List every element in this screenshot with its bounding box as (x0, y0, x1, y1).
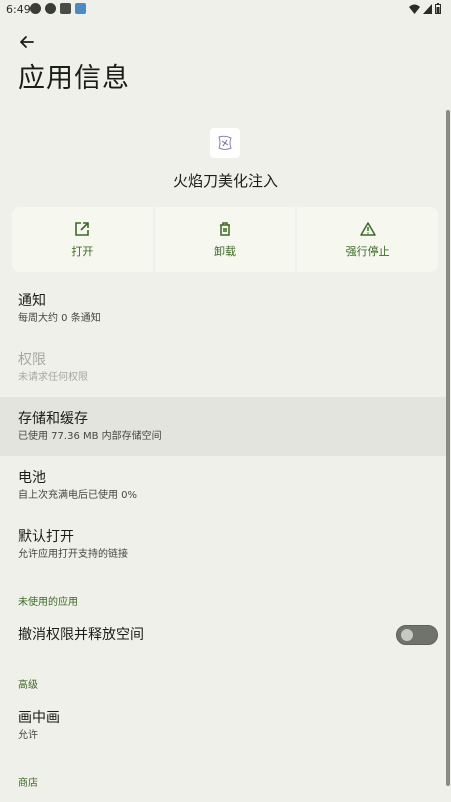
permissions-item: 权限 未请求任何权限 (0, 351, 446, 391)
scrollbar[interactable] (446, 110, 450, 786)
status-left-icons (30, 3, 86, 14)
force-stop-label: 强行停止 (345, 244, 390, 258)
telegram-icon (45, 3, 56, 14)
open-by-default-title: 默认打开 (18, 529, 74, 545)
permissions-subtitle: 未请求任何权限 (18, 372, 88, 383)
toggle-knob (401, 629, 413, 641)
permissions-title: 权限 (18, 352, 46, 368)
app-notification-icon (75, 3, 86, 14)
notifications-title: 通知 (18, 293, 46, 309)
storage-subtitle: 已使用 77.36 MB 内部存储空间 (18, 431, 162, 442)
revoke-permissions-title: 撤消权限并释放空间 (18, 627, 144, 643)
status-bar: 6:49 (0, 0, 451, 20)
uninstall-label: 卸载 (214, 244, 236, 258)
open-label: 打开 (71, 244, 94, 258)
arrow-left-icon (20, 36, 34, 48)
open-by-default-subtitle: 允许应用打开支持的链接 (18, 549, 128, 560)
action-bar: 打开 卸载 强行停止 (12, 207, 439, 272)
revoke-permissions-item[interactable]: 撤消权限并释放空间 (0, 626, 446, 648)
battery-icon (435, 3, 441, 14)
app-name: 火焰刀美化注入 (172, 172, 278, 190)
cellular-icon (423, 3, 432, 14)
force-stop-button[interactable]: 强行停止 (297, 207, 439, 272)
status-time: 6:49 (6, 3, 31, 16)
back-button[interactable] (18, 33, 38, 53)
revoke-permissions-toggle[interactable] (396, 625, 438, 645)
picture-in-picture-subtitle: 允许 (18, 730, 38, 741)
notifications-item[interactable]: 通知 每周大约 0 条通知 (0, 292, 446, 332)
notifications-subtitle: 每周大约 0 条通知 (18, 313, 101, 324)
open-external-icon (75, 221, 90, 236)
storage-title: 存储和缓存 (18, 411, 88, 427)
storage-item[interactable]: 存储和缓存 已使用 77.36 MB 内部存储空间 (0, 397, 446, 456)
section-header-store: 商店 (18, 778, 38, 789)
picture-in-picture-title: 画中画 (18, 710, 60, 726)
section-header-advanced: 高级 (18, 680, 38, 691)
uninstall-button[interactable]: 卸载 (154, 207, 296, 272)
trash-icon (220, 221, 230, 236)
battery-subtitle: 自上次充满电后已使用 0% (18, 490, 138, 501)
picture-in-picture-item[interactable]: 画中画 允许 (0, 709, 446, 749)
status-right-icons (409, 3, 441, 14)
page-title: 应用信息 (18, 63, 130, 94)
battery-title: 电池 (18, 470, 46, 486)
battery-item[interactable]: 电池 自上次充满电后已使用 0% (0, 469, 446, 509)
open-button[interactable]: 打开 (12, 207, 153, 272)
android-icon (60, 3, 71, 14)
app-icon (210, 128, 240, 158)
wifi-icon (409, 4, 420, 14)
telegram-icon (30, 3, 41, 14)
open-by-default-item[interactable]: 默认打开 允许应用打开支持的链接 (0, 528, 446, 568)
warning-icon (359, 221, 376, 236)
section-header-unused: 未使用的应用 (18, 597, 78, 608)
